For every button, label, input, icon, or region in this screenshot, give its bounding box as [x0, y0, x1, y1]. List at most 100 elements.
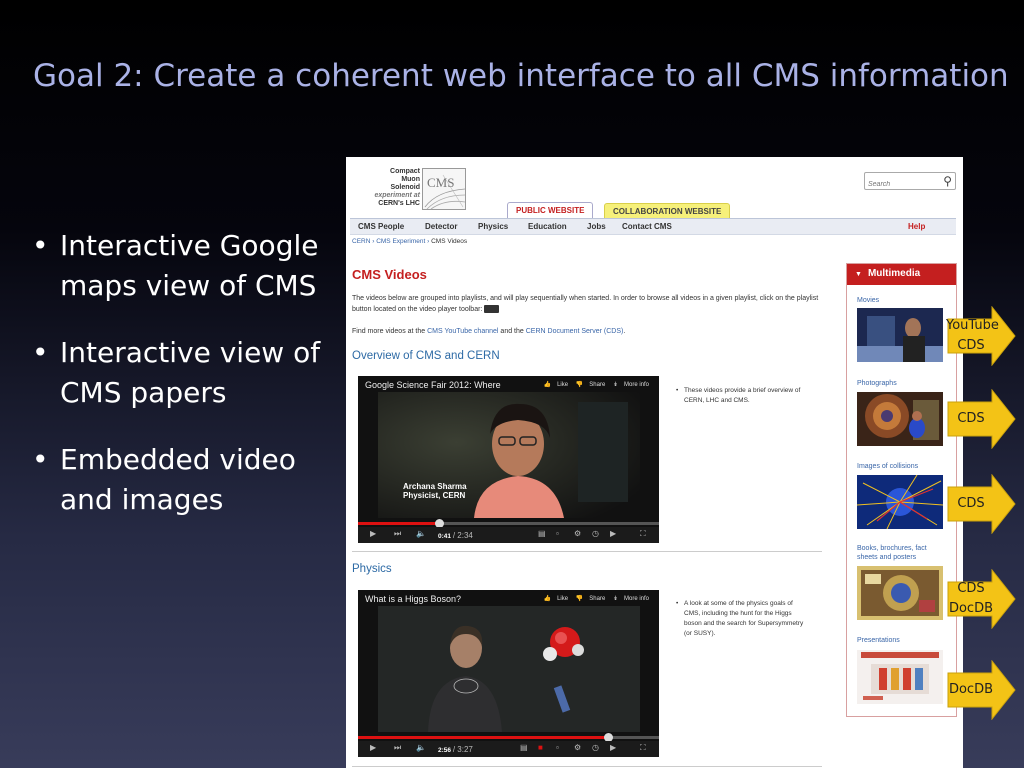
callout-text: CDS [946, 409, 996, 429]
like-button[interactable]: Like [557, 382, 568, 388]
multimedia-title: Multimedia [867, 268, 921, 279]
play-icon[interactable]: ▶ [370, 529, 376, 538]
youtube-logo-icon[interactable]: ▶ [610, 743, 616, 752]
watch-later-icon[interactable]: ◷ [592, 743, 599, 752]
video-frame[interactable] [378, 606, 640, 732]
play-icon[interactable]: ▶ [370, 743, 376, 752]
section-divider [352, 551, 822, 552]
callout-text: DocDB [946, 680, 996, 700]
cds-link[interactable]: CERN Document Server (CDS) [526, 328, 624, 335]
callout-line: DocDB [948, 601, 994, 616]
video-title[interactable]: What is a Higgs Boson? [365, 594, 461, 604]
video-progress-bar[interactable] [358, 519, 659, 528]
volume-icon[interactable]: 🔈 [416, 529, 426, 538]
bullet-dot-icon: • [676, 387, 679, 394]
share-button[interactable]: Share [589, 596, 605, 602]
multimedia-link-photographs[interactable]: Photographs [857, 379, 947, 388]
search-box[interactable]: ⚲ [864, 172, 956, 193]
like-icon[interactable]: 👍 [544, 596, 551, 602]
volume-icon[interactable]: 🔈 [416, 743, 426, 752]
captions-icon[interactable]: ▫ [556, 743, 559, 752]
callout-arrow-cds-collisions: CDS [946, 474, 1016, 534]
more-info-button[interactable]: More info [624, 382, 649, 388]
fullscreen-icon[interactable]: ⛶ [640, 743, 646, 753]
playlist-button-icon [484, 305, 500, 314]
settings-gear-icon[interactable]: ⚙ [574, 529, 581, 538]
dislike-icon[interactable]: 👎 [576, 596, 583, 602]
nav-item-jobs[interactable]: Jobs [587, 222, 606, 231]
more-info-icon[interactable]: ↡ [613, 382, 618, 388]
like-button[interactable]: Like [557, 596, 568, 602]
tab-collaboration-website[interactable]: COLLABORATION WEBSITE [604, 203, 731, 219]
callout-line: CDS [957, 496, 985, 511]
like-icon[interactable]: 👍 [544, 382, 551, 388]
multimedia-link-movies[interactable]: Movies [857, 296, 947, 305]
callout-arrow-cds-docdb: CDS DocDB [946, 569, 1016, 629]
bullet-item: • Interactive Google maps view of CMS [32, 226, 332, 306]
books-thumbnail[interactable] [857, 566, 943, 620]
playlist-icon[interactable]: ▤ [520, 743, 528, 752]
fullscreen-icon[interactable]: ⛶ [640, 529, 646, 539]
dislike-icon[interactable]: 👎 [576, 382, 583, 388]
slide-title: Goal 2: Create a coherent web interface … [33, 58, 1009, 94]
callout-line: CDS [957, 411, 985, 426]
logo-line: Compact [390, 168, 420, 175]
video-time: 2:56 / 3:27 [438, 745, 473, 754]
video-overlay-caption: Archana Sharma Physicist, CERN [403, 482, 467, 500]
more-info-icon[interactable]: ↡ [613, 596, 618, 602]
captions-icon[interactable]: ▫ [556, 529, 559, 538]
nav-item-education[interactable]: Education [528, 222, 567, 231]
callout-text: YouTube CDS [946, 316, 999, 356]
video-description: • These videos provide a brief overview o… [676, 386, 809, 406]
presentations-thumbnail[interactable] [857, 650, 943, 704]
video-title[interactable]: Google Science Fair 2012: Where [365, 380, 501, 390]
video-progress-bar[interactable] [358, 733, 659, 742]
multimedia-link-presentations[interactable]: Presentations [857, 636, 947, 645]
next-icon[interactable]: ⏭ [394, 529, 401, 539]
overlay-name: Archana Sharma [403, 482, 467, 491]
record-icon[interactable]: ■ [538, 743, 543, 752]
breadcrumb-link[interactable]: CMS Experiment [376, 238, 425, 245]
video-description-text: These videos provide a brief overview of… [684, 387, 801, 404]
video-progress-fill [358, 522, 440, 525]
breadcrumb-link[interactable]: CERN [352, 238, 370, 245]
playlist-icon[interactable]: ▤ [538, 529, 546, 538]
cms-logo[interactable]: Compact Muon Solenoid experiment at CERN… [356, 166, 466, 214]
video-description: • A look at some of the physics goals of … [676, 599, 809, 639]
bullet-item: • Embedded video and images [32, 440, 332, 520]
movies-thumbnail[interactable] [857, 308, 943, 362]
overlay-role: Physicist, CERN [403, 491, 466, 500]
multimedia-header[interactable]: ▼ Multimedia [847, 264, 956, 285]
nav-item-contact[interactable]: Contact CMS [622, 222, 672, 231]
multimedia-panel: ▼ Multimedia Movies Photographs Images of… [846, 263, 957, 717]
watch-later-icon[interactable]: ◷ [592, 529, 599, 538]
photographs-thumbnail[interactable] [857, 392, 943, 446]
share-button[interactable]: Share [589, 382, 605, 388]
video-player-physics[interactable]: What is a Higgs Boson? 👍 Like 👎 Share ↡ Mor… [358, 590, 659, 757]
search-input[interactable] [865, 176, 935, 193]
video-actions: 👍 Like 👎 Share ↡ More info [538, 381, 649, 388]
intro-text: The videos below are grouped into playli… [352, 293, 822, 315]
collisions-thumbnail[interactable] [857, 475, 943, 529]
multimedia-link-books[interactable]: Books, brochures, fact sheets and poster… [857, 544, 947, 562]
callout-line: YouTube [946, 318, 999, 333]
collapse-triangle-icon[interactable]: ▼ [855, 271, 862, 278]
callout-line: CDS [957, 581, 985, 596]
youtube-channel-link[interactable]: CMS YouTube channel [427, 328, 498, 335]
video-player-overview[interactable]: Archana Sharma Physicist, CERN Google Sc… [358, 376, 659, 543]
links-middle: and the [500, 328, 524, 335]
next-icon[interactable]: ⏭ [394, 743, 401, 753]
youtube-logo-icon[interactable]: ▶ [610, 529, 616, 538]
settings-gear-icon[interactable]: ⚙ [574, 743, 581, 752]
nav-item-detector[interactable]: Detector [425, 222, 457, 231]
breadcrumb-current: CMS Videos [431, 238, 468, 245]
nav-item-help[interactable]: Help [908, 222, 925, 231]
tab-public-website[interactable]: PUBLIC WEBSITE [507, 202, 594, 219]
video-controls: ▶ ⏭ 🔈 2:56 / 3:27 ▤ ■ ▫ ⚙ ◷ ▶ ⛶ [358, 741, 659, 757]
more-info-button[interactable]: More info [624, 596, 649, 602]
multimedia-link-collisions[interactable]: Images of collisions [857, 462, 947, 471]
video-time: 0:41 / 2:34 [438, 531, 473, 540]
nav-item-physics[interactable]: Physics [478, 222, 508, 231]
nav-item-cms-people[interactable]: CMS People [358, 222, 404, 231]
search-icon[interactable]: ⚲ [943, 174, 952, 188]
